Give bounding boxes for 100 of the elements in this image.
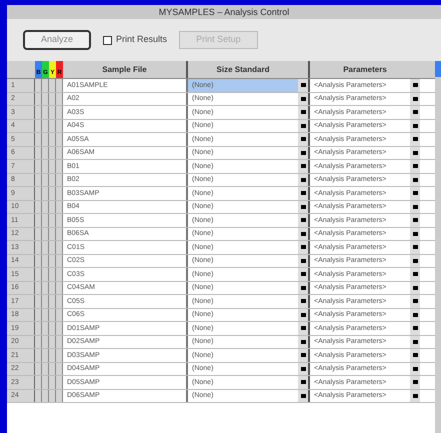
dropdown-icon[interactable] — [298, 79, 310, 92]
dye-cell[interactable] — [49, 79, 56, 92]
dye-cell[interactable] — [49, 120, 56, 132]
dye-cell[interactable] — [42, 106, 49, 118]
dye-cell[interactable] — [56, 214, 63, 226]
dye-cell[interactable] — [42, 349, 49, 362]
dye-cell[interactable] — [56, 241, 63, 254]
dye-cell[interactable] — [49, 160, 56, 172]
dye-cell[interactable] — [49, 146, 56, 159]
dye-cell[interactable] — [56, 268, 63, 280]
dye-cell[interactable] — [42, 322, 49, 334]
dropdown-icon[interactable] — [410, 133, 420, 146]
dropdown-icon[interactable] — [298, 254, 310, 267]
dye-cell[interactable] — [35, 362, 42, 375]
dye-cell[interactable] — [35, 146, 42, 159]
dye-cell[interactable] — [56, 322, 63, 334]
dropdown-icon[interactable] — [298, 160, 310, 172]
dye-cell[interactable] — [56, 349, 63, 362]
dye-cell[interactable] — [35, 268, 42, 280]
dye-cell[interactable] — [42, 241, 49, 254]
dye-cell[interactable] — [56, 79, 63, 92]
dropdown-icon[interactable] — [410, 92, 420, 105]
dye-cell[interactable] — [56, 254, 63, 267]
dropdown-icon[interactable] — [298, 308, 310, 321]
dye-cell[interactable] — [42, 390, 49, 402]
dye-cell[interactable] — [49, 200, 56, 213]
dye-cell[interactable] — [42, 282, 49, 294]
dye-cell[interactable] — [35, 187, 42, 200]
dye-cell[interactable] — [49, 308, 56, 321]
dropdown-icon[interactable] — [410, 308, 420, 321]
dye-cell[interactable] — [49, 214, 56, 226]
dropdown-icon[interactable] — [298, 106, 310, 118]
dye-cell[interactable] — [35, 349, 42, 362]
dye-cell[interactable] — [35, 106, 42, 118]
dye-cell[interactable] — [42, 92, 49, 105]
dropdown-icon[interactable] — [298, 241, 310, 254]
dropdown-icon[interactable] — [298, 174, 310, 186]
dropdown-icon[interactable] — [298, 336, 310, 348]
dye-cell[interactable] — [56, 120, 63, 132]
dye-cell[interactable] — [42, 295, 49, 308]
dye-cell[interactable] — [49, 228, 56, 240]
dye-cell[interactable] — [49, 322, 56, 334]
dropdown-icon[interactable] — [410, 376, 420, 388]
dropdown-icon[interactable] — [298, 146, 310, 159]
scroll-bar[interactable] — [435, 61, 441, 433]
dye-cell[interactable] — [35, 133, 42, 146]
dye-cell[interactable] — [35, 308, 42, 321]
dropdown-icon[interactable] — [410, 120, 420, 132]
dye-cell[interactable] — [42, 200, 49, 213]
dropdown-icon[interactable] — [410, 295, 420, 308]
dropdown-icon[interactable] — [298, 362, 310, 375]
dye-cell[interactable] — [56, 106, 63, 118]
dropdown-icon[interactable] — [410, 349, 420, 362]
dye-cell[interactable] — [35, 174, 42, 186]
dropdown-icon[interactable] — [298, 322, 310, 334]
dye-cell[interactable] — [49, 295, 56, 308]
dropdown-icon[interactable] — [410, 254, 420, 267]
dye-cell[interactable] — [35, 376, 42, 388]
dropdown-icon[interactable] — [410, 106, 420, 118]
dye-cell[interactable] — [42, 160, 49, 172]
dye-cell[interactable] — [49, 376, 56, 388]
dye-cell[interactable] — [49, 241, 56, 254]
dye-cell[interactable] — [49, 174, 56, 186]
dropdown-icon[interactable] — [410, 79, 420, 92]
dye-cell[interactable] — [42, 187, 49, 200]
dye-cell[interactable] — [42, 308, 49, 321]
dye-cell[interactable] — [56, 282, 63, 294]
dye-cell[interactable] — [42, 228, 49, 240]
dye-cell[interactable] — [42, 268, 49, 280]
dropdown-icon[interactable] — [298, 214, 310, 226]
dye-cell[interactable] — [42, 336, 49, 348]
dye-cell[interactable] — [56, 336, 63, 348]
dye-cell[interactable] — [42, 362, 49, 375]
dye-cell[interactable] — [56, 308, 63, 321]
dye-cell[interactable] — [56, 146, 63, 159]
dye-cell[interactable] — [35, 200, 42, 213]
dye-cell[interactable] — [56, 228, 63, 240]
print-results-checkbox[interactable] — [103, 36, 112, 44]
dye-cell[interactable] — [42, 174, 49, 186]
dye-cell[interactable] — [49, 390, 56, 402]
dye-cell[interactable] — [56, 200, 63, 213]
dye-cell[interactable] — [49, 268, 56, 280]
dropdown-icon[interactable] — [298, 268, 310, 280]
dropdown-icon[interactable] — [410, 146, 420, 159]
dropdown-icon[interactable] — [298, 120, 310, 132]
dye-cell[interactable] — [56, 174, 63, 186]
dye-cell[interactable] — [42, 133, 49, 146]
dye-cell[interactable] — [49, 106, 56, 118]
dropdown-icon[interactable] — [410, 241, 420, 254]
dropdown-icon[interactable] — [298, 187, 310, 200]
dye-cell[interactable] — [35, 390, 42, 402]
dye-cell[interactable] — [56, 362, 63, 375]
dye-cell[interactable] — [49, 349, 56, 362]
dye-cell[interactable] — [49, 282, 56, 294]
dye-cell[interactable] — [42, 79, 49, 92]
dropdown-icon[interactable] — [410, 174, 420, 186]
dye-cell[interactable] — [35, 282, 42, 294]
dye-cell[interactable] — [49, 92, 56, 105]
dropdown-icon[interactable] — [410, 214, 420, 226]
dye-cell[interactable] — [56, 92, 63, 105]
